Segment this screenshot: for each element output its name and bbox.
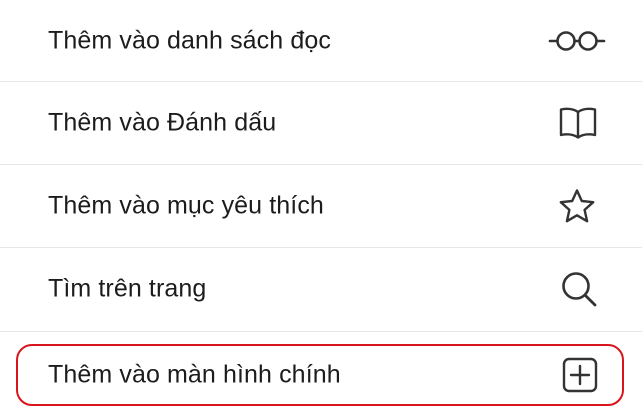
menu-item-add-to-home-screen[interactable]: Thêm vào màn hình chính bbox=[0, 334, 642, 416]
divider bbox=[0, 331, 642, 332]
menu-item-add-to-favorites[interactable]: Thêm vào mục yêu thích bbox=[0, 165, 642, 247]
glasses-icon bbox=[548, 31, 606, 51]
menu-item-label: Tìm trên trang bbox=[48, 274, 207, 303]
menu-item-label: Thêm vào danh sách đọc bbox=[48, 26, 331, 55]
menu-item-label: Thêm vào màn hình chính bbox=[48, 360, 341, 389]
add-square-icon bbox=[562, 357, 598, 393]
menu-item-find-on-page[interactable]: Tìm trên trang bbox=[0, 248, 642, 330]
book-icon bbox=[559, 107, 597, 139]
menu-item-add-to-reading-list[interactable]: Thêm vào danh sách đọc bbox=[0, 0, 642, 82]
search-icon bbox=[562, 272, 597, 307]
star-icon bbox=[559, 189, 595, 223]
share-action-menu: Thêm vào danh sách đọc Thêm vào Đánh dấu… bbox=[0, 0, 642, 420]
menu-item-label: Thêm vào mục yêu thích bbox=[48, 191, 324, 220]
menu-item-label: Thêm vào Đánh dấu bbox=[48, 108, 277, 137]
menu-item-add-bookmark[interactable]: Thêm vào Đánh dấu bbox=[0, 82, 642, 164]
